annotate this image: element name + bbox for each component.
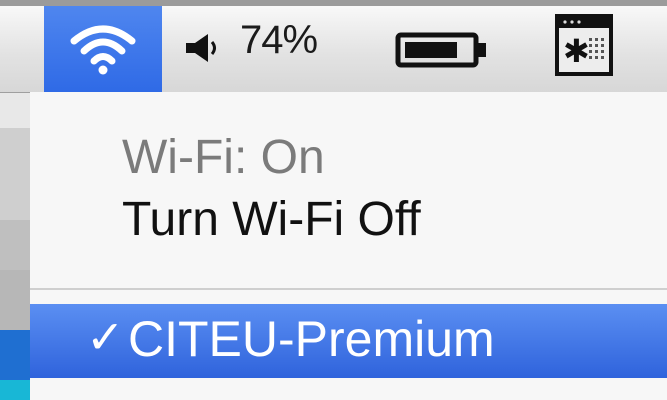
battery-icon[interactable] [395,30,491,70]
wifi-status-button[interactable] [44,6,162,92]
wifi-status-label: Wi-Fi: On [122,131,325,184]
calendar-icon[interactable]: ✱ [555,14,613,76]
checkmark-icon: ✓ [86,311,125,363]
menu-separator [30,288,667,290]
screen: 74% ✱ Wi-Fi: On Turn Wi-Fi Off ✓ CITEU-P… [0,0,667,400]
volume-icon[interactable] [182,28,222,68]
turn-wifi-off-item[interactable]: Turn Wi-Fi Off [122,192,421,247]
network-name: CITEU-Premium [128,311,495,367]
menu-bar: 74% ✱ [0,0,667,93]
background-window-edge [0,92,30,400]
wifi-dropdown-menu: Wi-Fi: On Turn Wi-Fi Off ✓ CITEU-Premium [30,92,667,400]
battery-percentage[interactable]: 74% [240,18,318,63]
network-item-selected[interactable]: ✓ CITEU-Premium [30,304,667,378]
svg-text:✱: ✱ [563,33,590,69]
network-item-partial[interactable] [30,378,667,400]
wifi-icon [70,25,136,75]
